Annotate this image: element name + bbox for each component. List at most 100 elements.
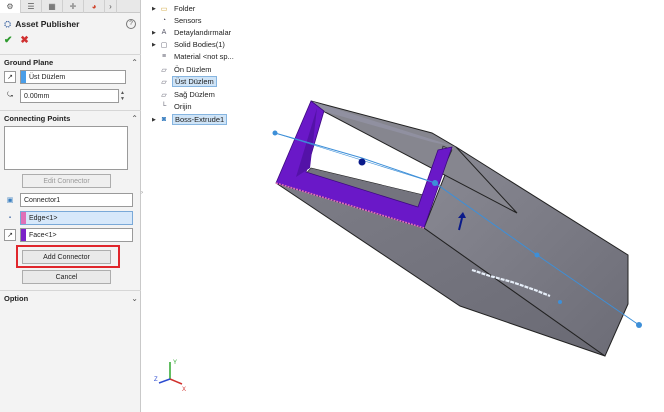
chevron-up-icon[interactable]: ⌃ [131, 114, 138, 123]
preview-point[interactable] [432, 180, 438, 186]
property-list-icon: ☰ [27, 2, 35, 11]
plane-color-swatch [21, 71, 26, 83]
manager-tabbar: ⚙ ☰ ▦ ✛ ◕ › [0, 0, 140, 13]
preview-point[interactable] [534, 252, 540, 258]
chevron-right-icon: › [109, 2, 112, 11]
annotations-icon: A [161, 29, 167, 36]
divider [0, 110, 141, 111]
tree-item-label: Folder [174, 4, 196, 13]
face-value: Face<1> [29, 231, 57, 239]
help-icon[interactable]: ? [126, 19, 136, 29]
divider [0, 290, 141, 291]
tree-item-label: Ön Düzlem [174, 65, 212, 74]
close-icon[interactable]: ✖ [20, 35, 28, 46]
edge-color-swatch [21, 212, 26, 224]
plane-icon: ▱ [161, 78, 167, 86]
offset-distance-icon: ⤿ [7, 92, 13, 99]
display-manager-tab[interactable]: ◕ [84, 0, 105, 13]
config-icon: ▦ [48, 2, 56, 11]
origin-icon: └ [161, 103, 167, 110]
chevron-down-icon[interactable]: ⌄ [131, 294, 138, 303]
asset-publisher-icon: ⛭ [4, 18, 12, 29]
expand-arrow-icon[interactable]: ▶ [152, 30, 159, 36]
annotation-highlight-box [16, 245, 120, 268]
triad-y-label: Y [173, 360, 177, 366]
plane-icon: ▱ [161, 91, 167, 99]
connector-name-value: Connector1 [24, 196, 61, 204]
edge-selection-field[interactable]: Edge<1> [20, 211, 133, 225]
tree-item-material[interactable]: ≡ Material <not sp... [152, 51, 236, 62]
feature-tree-icon: ⚙ [6, 2, 14, 11]
option-header[interactable]: Option ⌄ [4, 293, 138, 304]
spin-down-icon[interactable]: ▼ [120, 96, 125, 102]
tree-item-front-plane[interactable]: ▱ Ön Düzlem [152, 64, 214, 75]
ground-plane-field[interactable]: Üst Düzlem [20, 70, 126, 84]
tree-item-origin[interactable]: └ Orijin [152, 101, 194, 112]
feature-manager-tab[interactable]: ⚙ [0, 0, 21, 13]
tree-item-label: Boss-Extrude1 [172, 114, 228, 125]
property-manager-tab[interactable]: ☰ [21, 0, 42, 13]
expand-arrow-icon[interactable]: ▶ [152, 6, 159, 12]
property-manager-panel: ⚙ ☰ ▦ ✛ ◕ › ⛭ Asset Publisher ? ✔ ✖ Grou… [0, 0, 141, 412]
chevron-up-icon[interactable]: ⌃ [131, 58, 138, 67]
tree-item-right-plane[interactable]: ▱ Sağ Düzlem [152, 89, 217, 100]
tree-item-label: Orijin [174, 102, 192, 111]
tree-item-boss-extrude[interactable]: ▶ ◙ Boss-Extrude1 [152, 114, 228, 125]
connecting-points-list[interactable] [4, 126, 128, 170]
offset-field-row: ⤿ 0.00mm ▲ ▼ [4, 89, 126, 103]
face-selection-field[interactable]: Face<1> [20, 228, 133, 242]
plane-icon: ▱ [161, 66, 167, 74]
tree-item-solid-bodies[interactable]: ▶ ▢ Solid Bodies(1) [152, 39, 227, 50]
panel-title: Asset Publisher [15, 19, 80, 29]
preview-point[interactable] [272, 130, 278, 136]
tree-item-label: Solid Bodies(1) [174, 40, 225, 49]
connecting-points-label: Connecting Points [4, 114, 71, 123]
connector-origin-point[interactable] [358, 158, 366, 166]
triad-z-label: Z [154, 377, 158, 383]
more-tabs-button[interactable]: › [105, 0, 117, 13]
tree-item-label: Material <not sp... [174, 52, 234, 61]
extrude-icon: ◙ [161, 116, 167, 123]
ground-plane-field-row: ↗ Üst Düzlem [4, 70, 126, 84]
connector-name-row: ▣ Connector1 [4, 193, 133, 207]
configuration-manager-tab[interactable]: ▦ [42, 0, 63, 13]
arrow-select-icon: ↗ [4, 229, 16, 241]
tree-item-label: Üst Düzlem [172, 76, 217, 87]
crosshair-icon: ✛ [69, 2, 77, 11]
check-icon[interactable]: ✔ [4, 35, 12, 46]
edge-field-row: ▪ Edge<1> [4, 211, 133, 225]
edge-select-icon: ▪ [8, 215, 12, 221]
offset-spinner[interactable]: ▲ ▼ [119, 89, 126, 103]
sensors-icon: ◔ [161, 17, 167, 24]
tree-item-label: Detaylandırmalar [174, 28, 232, 37]
expand-arrow-icon[interactable]: ▶ [152, 42, 159, 48]
face-field-row: ↗ Face<1> [4, 228, 133, 242]
option-label: Option [4, 294, 29, 303]
material-icon: ≡ [161, 53, 167, 60]
preview-point[interactable] [558, 300, 562, 304]
divider [0, 54, 141, 55]
offset-input[interactable]: 0.00mm [20, 89, 119, 103]
ground-plane-label: Ground Plane [4, 58, 54, 67]
tree-item-sensors[interactable]: ◔ Sensors [152, 15, 204, 26]
orientation-triad: Y X Z [154, 360, 186, 393]
solid-bodies-icon: ▢ [160, 41, 168, 49]
offset-value: 0.00mm [24, 92, 50, 100]
edit-connector-button[interactable]: Edit Connector [22, 174, 111, 188]
tree-item-folder[interactable]: ▶ ▭ Folder [152, 3, 197, 14]
ground-plane-header[interactable]: Ground Plane ⌃ [4, 57, 138, 68]
dimxpert-tab[interactable]: ✛ [63, 0, 84, 13]
folder-icon: ▭ [160, 5, 168, 13]
connector-name-input[interactable]: Connector1 [20, 193, 133, 207]
ok-cancel-row: ✔ ✖ [4, 35, 29, 46]
tree-item-label: Sensors [174, 16, 202, 25]
preview-point[interactable] [636, 322, 642, 328]
expand-arrow-icon[interactable]: ▶ [152, 117, 159, 123]
tree-item-annotations[interactable]: ▶ A Detaylandırmalar [152, 27, 233, 38]
connecting-points-header[interactable]: Connecting Points ⌃ [4, 113, 138, 124]
tree-item-label: Sağ Düzlem [174, 90, 215, 99]
edge-value: Edge<1> [29, 214, 58, 222]
cancel-button[interactable]: Cancel [22, 270, 111, 284]
edit-connector-label: Edit Connector [43, 177, 90, 185]
tree-item-top-plane[interactable]: ▱ Üst Düzlem [152, 76, 217, 87]
